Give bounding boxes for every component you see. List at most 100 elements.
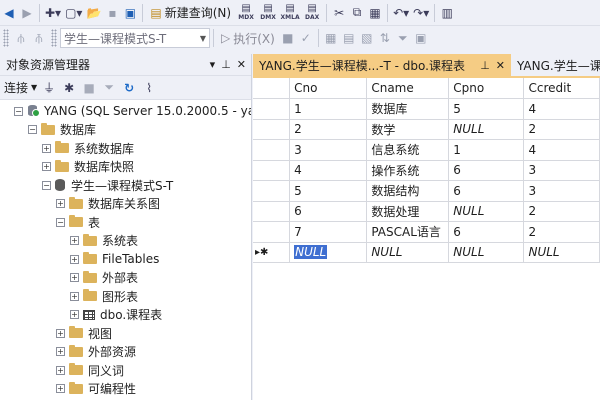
table-cell[interactable]: 4 [289,160,368,181]
table-cell[interactable]: 3 [523,180,600,202]
tree-node[interactable]: + dbo.课程表 [0,306,251,325]
filter-icon[interactable]: ⏷ [394,28,412,48]
table-cell[interactable]: 6 [448,180,525,202]
row-selector[interactable] [253,221,291,243]
pin-icon[interactable]: ⊥ [221,58,231,71]
tab-other-document[interactable]: YANG.学生—课程 [511,54,600,76]
table-cell[interactable]: 5 [289,180,368,202]
expand-icon[interactable]: + [56,384,65,394]
expand-icon[interactable]: + [56,365,65,375]
tree-node[interactable]: + 数据库快照 [0,158,251,177]
change-connection-icon[interactable]: ⫚ [30,28,48,48]
row-selector[interactable] [253,98,291,120]
new-row-cell[interactable]: NULL [448,242,525,263]
tree-node[interactable]: + 外部表 [0,269,251,288]
expand-icon[interactable]: + [70,236,79,246]
tree-node[interactable]: + 图形表 [0,287,251,306]
activity-monitor-icon[interactable]: ⌇ [141,81,157,95]
table-cell[interactable]: 4 [523,98,600,120]
column-header-cno[interactable]: Cno [289,78,368,99]
collapse-icon[interactable]: − [28,125,37,135]
table-cell[interactable]: 2 [523,221,600,243]
expand-icon[interactable]: + [70,291,79,301]
row-selector[interactable] [253,180,291,202]
tree-node[interactable]: + FileTables [0,250,251,269]
parse-icon[interactable]: ✓ [297,28,315,48]
table-cell[interactable]: 3 [289,139,368,161]
add-item-icon[interactable]: ▢▾ [63,3,84,23]
save-icon[interactable]: ▪ [103,3,121,23]
sort-icon[interactable]: ⇅ [376,28,394,48]
table-cell[interactable]: 数学 [366,119,450,140]
sql-icon[interactable]: ▧ [358,28,376,48]
column-header-ccredit[interactable]: Ccredit [523,78,600,99]
collapse-icon[interactable]: − [56,217,65,227]
table-cell[interactable]: 1 [448,139,525,161]
table-cell[interactable]: 2 [289,119,368,140]
table-cell[interactable]: 5 [448,98,525,120]
dmx-query-button[interactable]: ▤ DMX [257,3,279,23]
table-cell[interactable]: 2 [523,119,600,140]
refresh-icon[interactable]: ↻ [121,81,137,95]
execute-button[interactable]: ▷ 执行(X) [217,30,279,47]
redo-icon[interactable]: ↷▾ [411,3,431,23]
back-icon[interactable]: ◀ [0,3,18,23]
row-selector[interactable] [253,139,291,161]
expand-icon[interactable]: + [42,162,51,172]
add-table-icon[interactable]: ▣ [412,28,430,48]
collapse-icon[interactable]: − [42,180,51,190]
new-row-marker[interactable]: ▸✱ [253,242,291,263]
table-cell[interactable]: 3 [523,160,600,181]
connect-plug-icon[interactable]: ⏚ [41,79,57,96]
expand-icon[interactable]: + [56,347,65,357]
stop-icon[interactable]: ■ [81,81,97,95]
tree-node[interactable]: + 系统数据库 [0,139,251,158]
pin-icon[interactable]: ⊥ [480,59,490,72]
toolbar-grip[interactable] [3,29,9,47]
cut-icon[interactable]: ✂ [330,3,348,23]
stop-icon[interactable]: ■ [279,28,297,48]
table-cell[interactable]: 数据处理 [366,201,450,222]
undo-icon[interactable]: ↶▾ [391,3,411,23]
tree-node[interactable]: + 外部资源 [0,343,251,362]
tree-node[interactable]: − 数据库 [0,121,251,140]
connect-icon[interactable]: ⫛ [12,28,30,48]
paste-icon[interactable]: ▦ [366,3,384,23]
expand-icon[interactable]: + [70,273,79,283]
disconnect-icon[interactable]: ✱ [61,81,77,95]
row-selector[interactable] [253,119,291,140]
save-all-icon[interactable]: ▣ [121,3,139,23]
table-cell[interactable]: NULL [448,119,525,140]
tree-node[interactable]: + 数据库关系图 [0,195,251,214]
tree-node[interactable]: − 学生—课程模式S-T [0,176,251,195]
forward-icon[interactable]: ▶ [18,3,36,23]
close-icon[interactable]: ✕ [237,58,246,71]
database-selector[interactable]: 学生—课程模式S-T ▼ [60,28,210,48]
table-cell[interactable]: 7 [289,221,368,243]
table-cell[interactable]: 1 [289,98,368,120]
expand-icon[interactable]: + [42,143,51,153]
expand-icon[interactable]: + [56,328,65,338]
table-cell[interactable]: 信息系统 [366,139,450,161]
tree-node[interactable]: + 视图 [0,324,251,343]
open-file-icon[interactable]: 📂 [84,3,103,23]
table-cell[interactable]: 6 [289,201,368,222]
row-selector[interactable] [253,160,291,181]
table-cell[interactable]: NULL [448,201,525,222]
new-row-cell[interactable]: NULL [523,242,600,263]
new-row-cell[interactable]: NULL [289,242,368,263]
table-cell[interactable]: 6 [448,221,525,243]
column-header-cname[interactable]: Cname [366,78,450,99]
column-header-cpno[interactable]: Cpno [448,78,525,99]
mdx-query-button[interactable]: ▤ MDX [235,3,257,23]
debug-icon[interactable]: ▥ [438,3,456,23]
tree-node[interactable]: + 可编程性 [0,380,251,399]
expand-icon[interactable]: + [56,199,65,209]
table-cell[interactable]: 2 [523,201,600,222]
row-header-corner[interactable] [253,78,291,99]
tree-node[interactable]: + 同义词 [0,361,251,380]
toolbar-grip[interactable] [51,29,57,47]
table-cell[interactable]: PASCAL语言 [366,221,450,243]
table-cell[interactable]: 数据库 [366,98,450,120]
expand-icon[interactable]: + [70,254,79,264]
